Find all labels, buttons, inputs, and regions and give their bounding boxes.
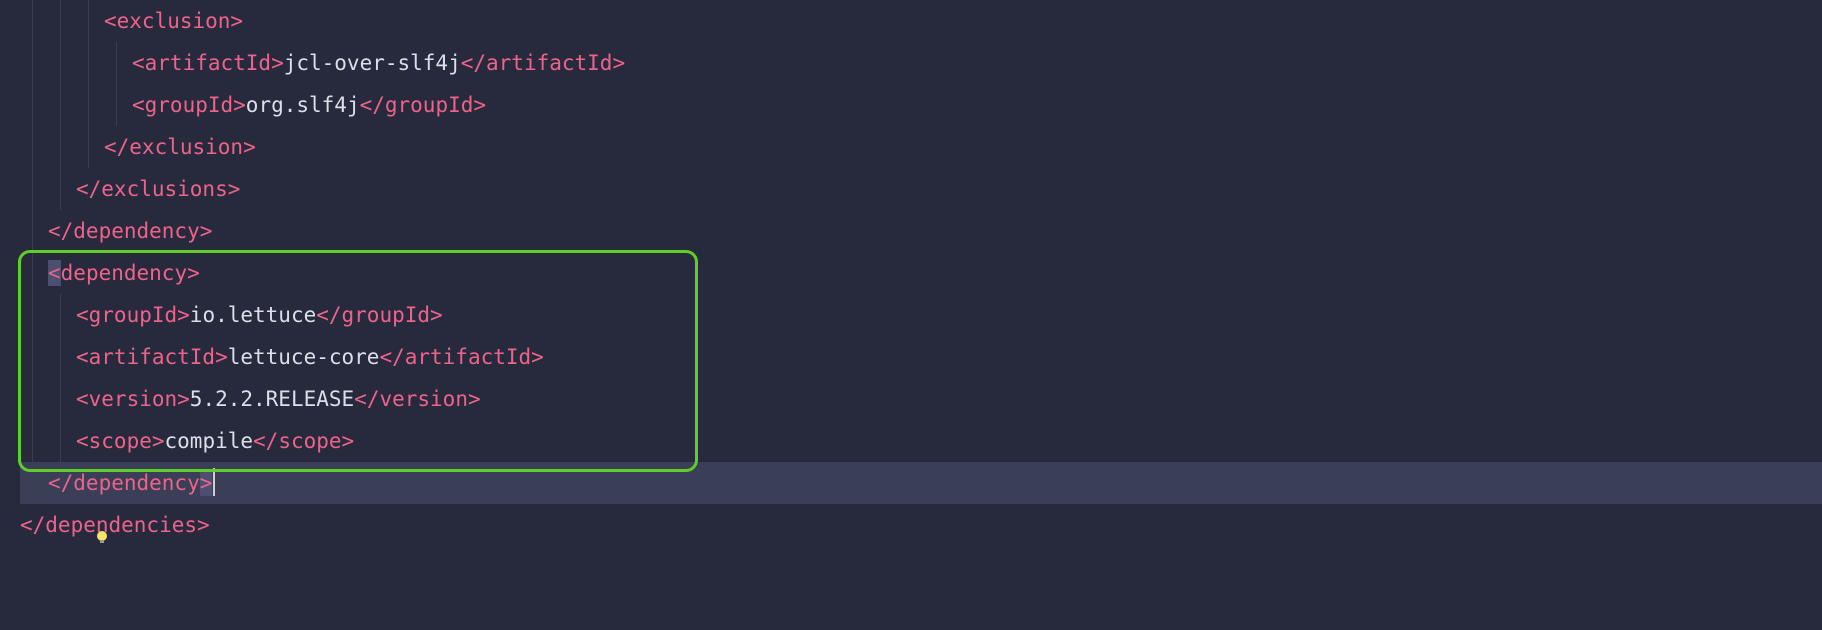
xml-tag: <scope>: [76, 420, 165, 462]
bracket-match: <: [48, 260, 61, 286]
xml-text: jcl-over-slf4j: [284, 42, 461, 84]
xml-tag: <artifactId>: [132, 42, 284, 84]
xml-tag: </dependency>: [48, 462, 212, 504]
xml-tag: <version>: [76, 378, 190, 420]
code-line[interactable]: <version>5.2.2.RELEASE</version>: [20, 378, 1822, 420]
code-line[interactable]: <groupId>io.lettuce</groupId>: [20, 294, 1822, 336]
xml-tag: </version>: [354, 378, 480, 420]
xml-tag: <artifactId>: [76, 336, 228, 378]
code-line[interactable]: <scope>compile</scope>: [20, 420, 1822, 462]
code-editor[interactable]: <exclusion> <artifactId>jcl-over-slf4j</…: [0, 0, 1822, 546]
xml-text: compile: [165, 420, 254, 462]
xml-tag: <dependency>: [48, 252, 200, 294]
xml-tag: <exclusion>: [104, 0, 243, 42]
code-line[interactable]: <groupId>org.slf4j</groupId>: [20, 84, 1822, 126]
xml-tag: </groupId>: [360, 84, 486, 126]
intention-bulb-icon[interactable]: [18, 475, 34, 491]
text-cursor: [213, 468, 215, 496]
xml-text: io.lettuce: [190, 294, 316, 336]
xml-text: lettuce-core: [228, 336, 380, 378]
xml-text: org.slf4j: [246, 84, 360, 126]
code-line[interactable]: </exclusions>: [20, 168, 1822, 210]
bracket-match: >: [200, 470, 213, 496]
xml-tag: </artifactId>: [379, 336, 543, 378]
code-line[interactable]: <artifactId>lettuce-core</artifactId>: [20, 336, 1822, 378]
xml-tag: </dependency>: [48, 210, 212, 252]
code-line[interactable]: <artifactId>jcl-over-slf4j</artifactId>: [20, 42, 1822, 84]
xml-tag: </exclusions>: [76, 168, 240, 210]
xml-tag: </groupId>: [316, 294, 442, 336]
xml-tag: </artifactId>: [461, 42, 625, 84]
xml-tag: </exclusion>: [104, 126, 256, 168]
xml-tag: <groupId>: [76, 294, 190, 336]
xml-text: 5.2.2.RELEASE: [190, 378, 354, 420]
xml-tag: </scope>: [253, 420, 354, 462]
code-line[interactable]: <exclusion>: [20, 0, 1822, 42]
code-line[interactable]: </dependency>: [20, 210, 1822, 252]
code-line[interactable]: </dependencies>: [20, 504, 1822, 546]
code-line-active[interactable]: </dependency>: [20, 462, 1822, 504]
code-line[interactable]: </exclusion>: [20, 126, 1822, 168]
xml-tag: <groupId>: [132, 84, 246, 126]
code-line[interactable]: <dependency>: [20, 252, 1822, 294]
